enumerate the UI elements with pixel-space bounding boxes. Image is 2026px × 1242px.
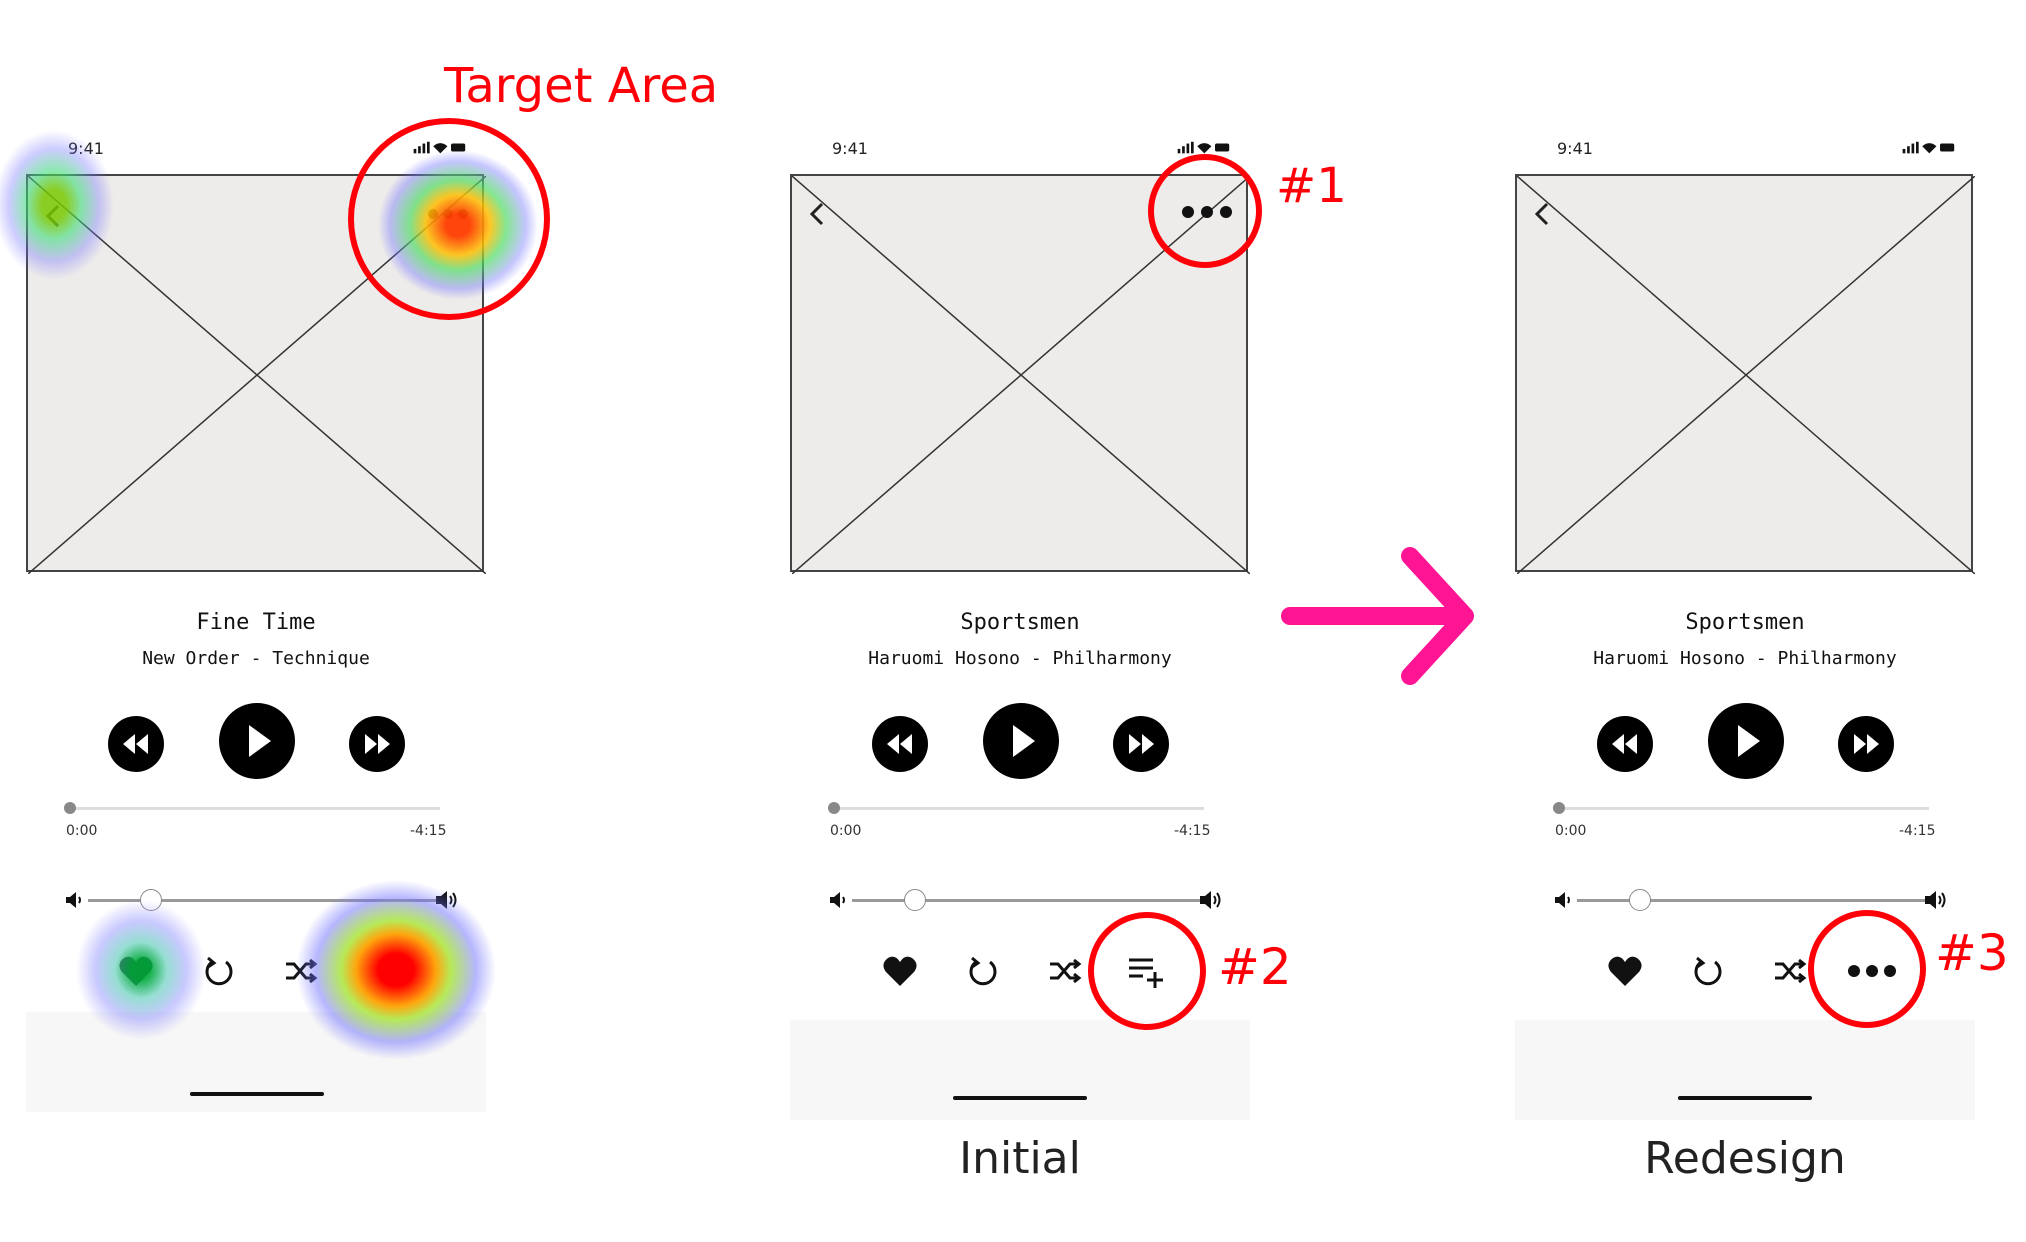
play-button[interactable]	[219, 703, 295, 779]
volume-thumb[interactable]	[1629, 889, 1651, 911]
rewind-icon	[887, 734, 912, 754]
song-title: Fine Time	[196, 610, 316, 635]
progress-track[interactable]	[68, 807, 440, 810]
song-title: Sportsmen	[1685, 610, 1805, 635]
song-subtitle: Haruomi Hosono - Philharmony	[1593, 648, 1897, 669]
heart-icon[interactable]	[882, 954, 918, 988]
play-icon	[1738, 725, 1760, 757]
annotation-circle-3	[1808, 910, 1926, 1028]
fast-forward-button[interactable]	[349, 716, 405, 772]
volume-high-icon	[436, 891, 457, 909]
progress-thumb[interactable]	[828, 802, 840, 814]
volume-low-icon	[1555, 892, 1570, 908]
annotation-label-3: #3	[1935, 924, 2009, 982]
song-title: Sportsmen	[960, 610, 1080, 635]
time-elapsed: 0:00	[830, 823, 862, 839]
repeat-icon[interactable]	[1691, 954, 1725, 988]
status-icons	[1177, 141, 1230, 154]
repeat-icon[interactable]	[966, 954, 1000, 988]
back-chevron-icon	[45, 204, 60, 228]
play-icon	[249, 725, 271, 757]
time-remaining: -4:15	[1899, 823, 1936, 839]
caption-redesign: Redesign	[1644, 1133, 1846, 1184]
progress-track[interactable]	[1557, 807, 1929, 810]
progress-thumb[interactable]	[64, 802, 76, 814]
volume-thumb[interactable]	[904, 889, 926, 911]
phone-screen-redesign: 9:41 Sportsmen Haruomi Hosono - Philharm…	[1515, 0, 1975, 1242]
time-elapsed: 0:00	[1555, 823, 1587, 839]
back-chevron-icon	[809, 202, 824, 226]
progress-track[interactable]	[832, 807, 1204, 810]
annotation-circle-1	[1148, 154, 1262, 268]
annotation-label-2: #2	[1218, 938, 1292, 996]
home-indicator[interactable]	[190, 1092, 324, 1096]
bottom-bar	[26, 1012, 486, 1112]
progress-thumb[interactable]	[1553, 802, 1565, 814]
rewind-icon	[123, 734, 148, 754]
annotation-circle-2	[1088, 912, 1206, 1030]
play-icon	[1013, 725, 1035, 757]
phone-screen-heatmap: 9:41 Fine Time New Order - Technique 0:0…	[0, 0, 550, 1242]
bottom-bar	[1515, 1020, 1975, 1120]
fast-forward-icon	[1129, 734, 1154, 754]
home-indicator[interactable]	[1678, 1096, 1812, 1100]
caption-initial: Initial	[959, 1133, 1081, 1184]
shuffle-icon[interactable]	[284, 956, 318, 986]
volume-thumb[interactable]	[140, 889, 162, 911]
home-indicator[interactable]	[953, 1096, 1087, 1100]
rewind-button[interactable]	[108, 716, 164, 772]
status-time: 9:41	[1557, 139, 1593, 158]
status-time: 9:41	[68, 139, 104, 158]
song-subtitle: New Order - Technique	[142, 648, 370, 669]
rewind-button[interactable]	[872, 716, 928, 772]
rewind-button[interactable]	[1597, 716, 1653, 772]
fast-forward-button[interactable]	[1838, 716, 1894, 772]
status-icons	[1902, 141, 1955, 154]
status-time: 9:41	[832, 139, 868, 158]
arrow-right-icon	[1281, 547, 1474, 685]
play-button[interactable]	[983, 703, 1059, 779]
phone-screen-initial: 9:41 Sportsmen Haruomi Hosono - Philharm…	[790, 0, 1262, 1242]
time-elapsed: 0:00	[66, 823, 98, 839]
play-button[interactable]	[1708, 703, 1784, 779]
shuffle-icon[interactable]	[1773, 956, 1807, 986]
shuffle-icon[interactable]	[1048, 956, 1082, 986]
volume-high-icon	[1200, 891, 1221, 909]
repeat-icon[interactable]	[202, 954, 236, 988]
rewind-icon	[1612, 734, 1637, 754]
volume-low-icon	[66, 892, 81, 908]
fast-forward-button[interactable]	[1113, 716, 1169, 772]
time-remaining: -4:15	[410, 823, 447, 839]
album-artwork-placeholder	[1515, 174, 1975, 574]
annotation-label-1: #1	[1276, 158, 1347, 214]
back-chevron-icon	[1534, 202, 1549, 226]
fast-forward-icon	[1854, 734, 1879, 754]
volume-low-icon	[830, 892, 845, 908]
heart-icon[interactable]	[1607, 954, 1643, 988]
song-subtitle: Haruomi Hosono - Philharmony	[868, 648, 1172, 669]
fast-forward-icon	[365, 734, 390, 754]
time-remaining: -4:15	[1174, 823, 1211, 839]
volume-high-icon	[1925, 891, 1946, 909]
bottom-bar	[790, 1020, 1250, 1120]
target-area-circle	[348, 118, 550, 320]
target-area-label: Target Area	[444, 58, 719, 114]
heart-icon[interactable]	[118, 954, 154, 988]
